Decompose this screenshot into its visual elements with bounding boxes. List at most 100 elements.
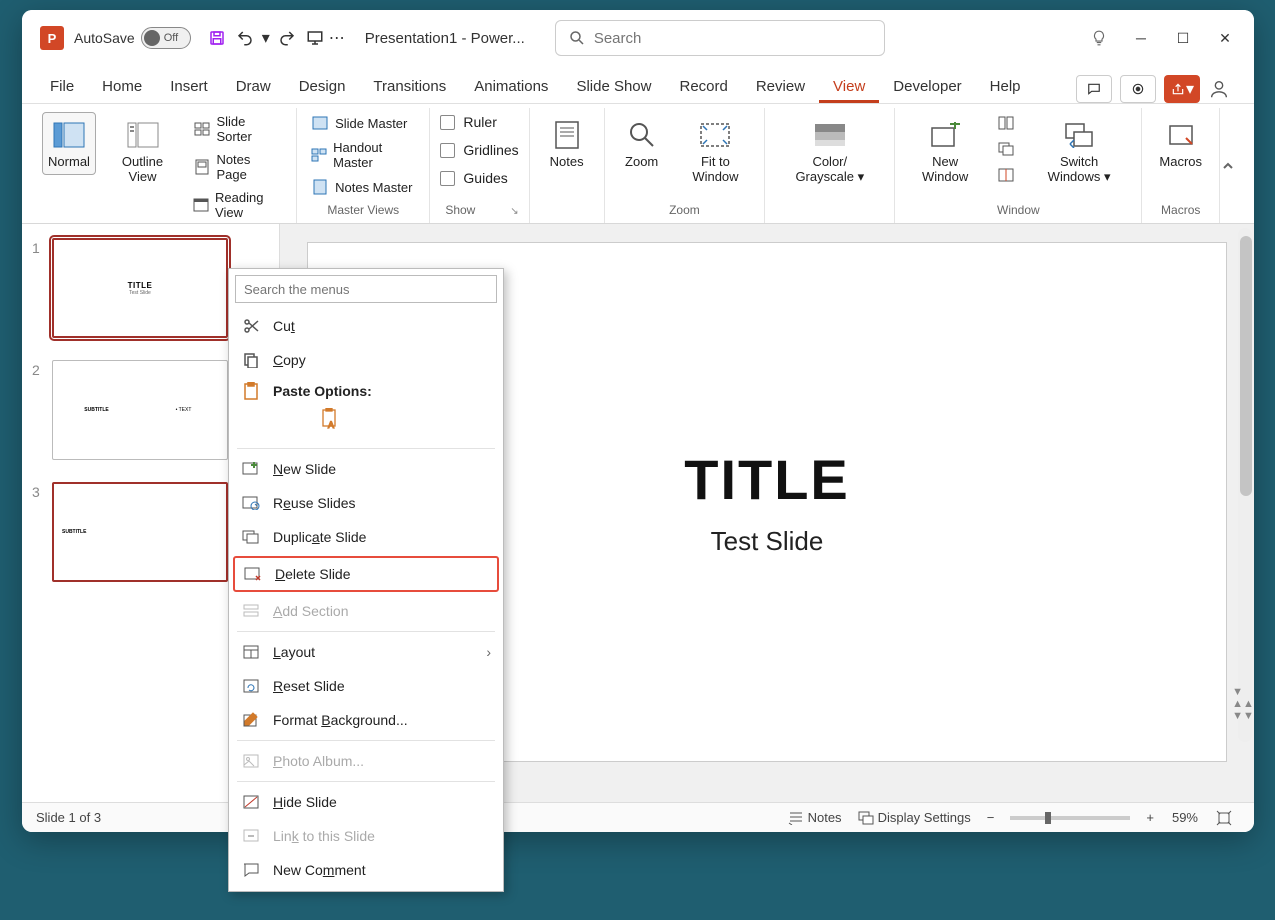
slide-sorter-button[interactable]: Slide Sorter xyxy=(189,112,286,146)
arrange-all-button[interactable] xyxy=(993,112,1019,134)
ribbon-tabs: File Home Insert Draw Design Transitions… xyxy=(22,66,1254,104)
thumbnail-slide-3[interactable]: SUBTITLE xyxy=(52,482,228,582)
redo-button[interactable] xyxy=(273,24,301,52)
ctx-new-comment[interactable]: New Comment xyxy=(229,853,503,887)
group-color-grayscale: Color/ Grayscale ▾ xyxy=(765,108,895,223)
switch-windows-button[interactable]: Switch Windows ▾ xyxy=(1027,112,1132,190)
tab-transitions[interactable]: Transitions xyxy=(359,70,460,103)
tab-design[interactable]: Design xyxy=(285,70,360,103)
tab-animations[interactable]: Animations xyxy=(460,70,562,103)
reading-view-button[interactable]: Reading View xyxy=(189,188,286,222)
ctx-cut[interactable]: Cut xyxy=(229,309,503,343)
context-search-input[interactable] xyxy=(235,275,497,303)
context-search[interactable] xyxy=(235,275,497,303)
show-dialog-launcher[interactable]: ↘ xyxy=(510,206,518,217)
tab-file[interactable]: File xyxy=(36,70,88,103)
display-settings-button[interactable]: Display Settings xyxy=(858,810,971,825)
ctx-hide-slide[interactable]: Hide Slide xyxy=(229,785,503,819)
thumbnail-slide-1[interactable]: TITLE Test Slide xyxy=(52,238,228,338)
tab-developer[interactable]: Developer xyxy=(879,70,975,103)
fit-to-window-button[interactable]: Fit to Window xyxy=(677,112,755,190)
toggle-knob xyxy=(144,30,160,46)
fit-to-window-status-button[interactable] xyxy=(1216,810,1232,826)
handout-master-button[interactable]: Handout Master xyxy=(307,138,419,172)
paste-options-header: Paste Options: xyxy=(273,381,491,401)
search-input[interactable] xyxy=(594,30,872,47)
notes-page-button[interactable]: Notes Page xyxy=(189,150,286,184)
notes-master-button[interactable]: Notes Master xyxy=(307,176,419,198)
zoom-slider[interactable] xyxy=(1010,816,1130,820)
color-grayscale-button[interactable]: Color/ Grayscale ▾ xyxy=(775,112,884,190)
group-zoom: Zoom Fit to Window Zoom xyxy=(605,108,766,223)
share-button[interactable]: ▾ xyxy=(1164,75,1200,103)
slide-nav-arrows[interactable]: ▼▲▲▼▼ xyxy=(1234,686,1252,722)
notes-toggle[interactable]: Notes xyxy=(788,810,842,825)
powerpoint-icon: P xyxy=(40,26,64,50)
search-icon xyxy=(568,29,586,47)
ctx-delete-slide[interactable]: Delete Slide xyxy=(233,556,499,592)
paste-keep-formatting[interactable]: A xyxy=(317,405,345,433)
minimize-button[interactable]: ─ xyxy=(1120,22,1162,54)
slide-subtitle[interactable]: Test Slide xyxy=(711,526,824,557)
autosave-toggle[interactable]: Off xyxy=(141,27,191,49)
gridlines-checkbox[interactable]: Gridlines xyxy=(440,140,518,160)
ruler-checkbox[interactable]: Ruler xyxy=(440,112,518,132)
vertical-scrollbar-thumb[interactable] xyxy=(1240,236,1252,496)
ctx-new-slide[interactable]: New Slide xyxy=(229,452,503,486)
notes-button[interactable]: Notes xyxy=(540,112,594,175)
zoom-out-button[interactable]: − xyxy=(987,810,995,825)
move-split-button[interactable] xyxy=(993,164,1019,186)
undo-dropdown[interactable]: ▾ xyxy=(259,24,273,52)
slide-counter[interactable]: Slide 1 of 3 xyxy=(36,810,101,825)
ribbon-view: Normal Outline View Slide Sorter Notes P… xyxy=(22,104,1254,224)
account-icon[interactable] xyxy=(1208,78,1230,100)
slide-master-button[interactable]: Slide Master xyxy=(307,112,419,134)
tab-slideshow[interactable]: Slide Show xyxy=(562,70,665,103)
tab-review[interactable]: Review xyxy=(742,70,819,103)
tab-view[interactable]: View xyxy=(819,70,879,103)
ctx-duplicate-slide[interactable]: Duplicate Slide xyxy=(229,520,503,554)
group-window: New Window Switch Windows ▾ Window xyxy=(895,108,1142,223)
zoom-in-button[interactable]: + xyxy=(1146,810,1154,825)
macros-button[interactable]: Macros xyxy=(1152,112,1209,175)
undo-button[interactable] xyxy=(231,24,259,52)
slide-title[interactable]: TITLE xyxy=(684,447,850,512)
camera-button[interactable] xyxy=(1120,75,1156,103)
thumbnail-slide-2[interactable]: SUBTITLE • TEXT xyxy=(52,360,228,460)
tab-record[interactable]: Record xyxy=(665,70,741,103)
cascade-button[interactable] xyxy=(993,138,1019,160)
lightbulb-icon[interactable] xyxy=(1078,22,1120,54)
zoom-button[interactable]: Zoom xyxy=(615,112,669,175)
search-box[interactable] xyxy=(555,20,885,56)
section-icon xyxy=(241,601,261,621)
close-button[interactable]: ✕ xyxy=(1204,22,1246,54)
autosave-state: Off xyxy=(164,32,178,44)
ctx-reset-slide[interactable]: Reset Slide xyxy=(229,669,503,703)
ctx-reuse-slides[interactable]: Reuse Slides xyxy=(229,486,503,520)
ctx-format-background[interactable]: Format Background... xyxy=(229,703,503,737)
zoom-slider-knob[interactable] xyxy=(1045,812,1051,824)
guides-checkbox[interactable]: Guides xyxy=(440,168,518,188)
reuse-icon xyxy=(241,493,261,513)
maximize-button[interactable]: ☐ xyxy=(1162,22,1204,54)
group-notes: Notes xyxy=(530,108,605,223)
tab-draw[interactable]: Draw xyxy=(222,70,285,103)
new-window-button[interactable]: New Window xyxy=(905,112,985,190)
collapse-ribbon-button[interactable] xyxy=(1220,158,1236,174)
outline-view-button[interactable]: Outline View xyxy=(104,112,181,190)
present-from-start-button[interactable] xyxy=(301,24,329,52)
save-button[interactable] xyxy=(203,24,231,52)
clipboard-icon xyxy=(241,381,261,401)
ctx-layout[interactable]: Layout › xyxy=(229,635,503,669)
tab-insert[interactable]: Insert xyxy=(156,70,222,103)
zoom-percentage[interactable]: 59% xyxy=(1172,810,1198,825)
comments-button[interactable] xyxy=(1076,75,1112,103)
duplicate-icon xyxy=(241,527,261,547)
tab-home[interactable]: Home xyxy=(88,70,156,103)
normal-view-button[interactable]: Normal xyxy=(42,112,96,175)
qat-customize[interactable]: ⋯ xyxy=(329,24,345,52)
format-bg-icon xyxy=(241,710,261,730)
ctx-copy[interactable]: Copy xyxy=(229,343,503,377)
comment-icon xyxy=(241,860,261,880)
tab-help[interactable]: Help xyxy=(976,70,1035,103)
